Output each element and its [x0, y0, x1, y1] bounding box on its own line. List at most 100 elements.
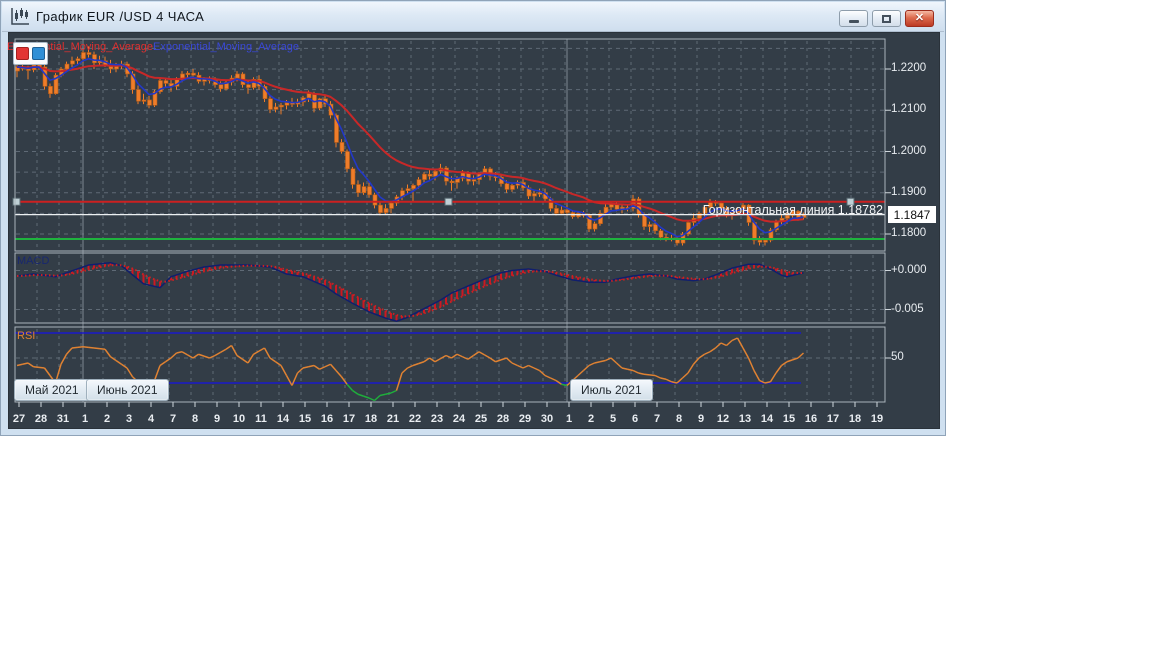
day-axis-label: 16	[804, 413, 818, 425]
month-button-2[interactable]: Июль 2021	[570, 379, 653, 401]
day-axis-label: 12	[716, 413, 730, 425]
day-axis-label: 30	[540, 413, 554, 425]
rsi-line	[170, 352, 178, 359]
rsi-line	[121, 363, 128, 369]
day-axis-label: 15	[298, 413, 312, 425]
rsi-line	[786, 359, 793, 363]
rsi-line	[346, 383, 354, 391]
main-panel-border	[14, 38, 886, 252]
rsi-line	[500, 357, 507, 361]
minimize-button[interactable]	[839, 10, 868, 27]
price-axis-label: 1.2100	[891, 103, 927, 116]
rsi-line	[253, 350, 260, 355]
candle-body	[405, 188, 411, 191]
rsi-line	[665, 378, 672, 383]
rsi-line	[621, 367, 628, 370]
rsi-line	[731, 337, 738, 342]
day-axis-label: 9	[213, 413, 221, 425]
candle-body	[81, 52, 86, 59]
rsi-line	[599, 359, 606, 363]
candle-body	[268, 98, 273, 110]
candle-body	[279, 105, 284, 108]
day-axis-label: 4	[147, 413, 155, 425]
rsi-line	[187, 354, 194, 359]
rsi-line	[478, 351, 485, 356]
rsi-line	[615, 362, 623, 369]
rsi-line	[319, 366, 326, 370]
candle-body	[658, 230, 664, 238]
ema-red-swatch-button[interactable]	[16, 47, 29, 60]
rsi-line	[324, 363, 331, 368]
day-axis-label: 3	[125, 413, 133, 425]
rsi-line	[742, 347, 750, 359]
month-button-1[interactable]: Июнь 2021	[86, 379, 169, 401]
candle-body	[141, 99, 147, 102]
rsi-line	[71, 346, 78, 349]
rsi-line	[110, 356, 117, 362]
rsi-line	[533, 367, 540, 372]
maximize-button[interactable]	[872, 10, 901, 27]
rsi-line	[660, 377, 667, 380]
rsi-line	[649, 374, 656, 377]
day-axis-label: 8	[675, 413, 683, 425]
rsi-line	[473, 351, 480, 357]
rsi-line	[203, 355, 210, 359]
rsi-line	[544, 374, 551, 379]
price-axis-label: 1.1800	[891, 227, 927, 239]
macd-line	[16, 261, 804, 322]
window-titlebar[interactable]: График EUR /USD 4 ЧАСА ✕	[2, 2, 944, 32]
candle-body	[416, 179, 422, 186]
rsi-line	[88, 346, 95, 349]
rsi-line	[390, 389, 397, 394]
rsi-line	[379, 393, 386, 397]
rsi-line	[709, 347, 716, 353]
rsi-line	[638, 372, 645, 375]
rsi-line	[247, 353, 255, 364]
day-axis-label: 9	[697, 413, 705, 425]
maximize-icon	[882, 14, 891, 23]
rsi-line	[214, 351, 221, 357]
rsi-line	[352, 389, 359, 395]
rsi-line	[747, 357, 755, 371]
rsi-line	[115, 359, 122, 365]
candle-body	[510, 185, 515, 190]
rsi-line	[230, 345, 238, 356]
candle-body	[70, 60, 75, 65]
day-axis-label: 10	[232, 413, 246, 425]
day-axis-label: 27	[12, 413, 26, 425]
ema-blue-swatch-button[interactable]	[32, 47, 45, 60]
price-axis-label: 1.1900	[891, 185, 927, 198]
candle-body	[378, 204, 383, 213]
rsi-line	[280, 365, 288, 376]
close-button[interactable]: ✕	[905, 10, 934, 27]
candle-body	[48, 86, 53, 95]
chart-window: График EUR /USD 4 ЧАСА ✕ Exponential_Mov…	[0, 0, 946, 436]
day-axis-label: 2	[103, 413, 111, 425]
month-button-0[interactable]: Май 2021	[14, 379, 90, 401]
rsi-line	[395, 372, 403, 391]
candle-body	[757, 239, 763, 243]
day-axis-label: 16	[320, 413, 334, 425]
day-axis-label: 19	[870, 413, 884, 425]
legend-buttons-panel	[13, 42, 48, 65]
day-axis-label: 1	[81, 413, 89, 425]
candle-body	[235, 73, 240, 79]
candle-body	[306, 93, 312, 99]
candle-body	[422, 173, 427, 180]
rsi-line	[176, 351, 183, 354]
rsi-line	[736, 337, 744, 349]
rsi-line	[77, 346, 84, 349]
rsi-line	[489, 357, 496, 363]
candle-body	[592, 223, 598, 230]
candle-body	[246, 84, 251, 88]
chart-canvas[interactable]	[8, 32, 940, 429]
hline-drag-handle[interactable]	[444, 197, 453, 206]
candle-body	[449, 180, 455, 183]
day-axis-label: 7	[653, 413, 661, 425]
candle-body	[372, 194, 378, 206]
rsi-line	[16, 363, 23, 367]
horizontal-line-label[interactable]: Горизонтальная линия 1.18782	[561, 203, 883, 217]
hline-drag-handle[interactable]	[12, 197, 21, 206]
day-axis-label: 17	[342, 413, 356, 425]
rsi-line	[720, 342, 727, 347]
